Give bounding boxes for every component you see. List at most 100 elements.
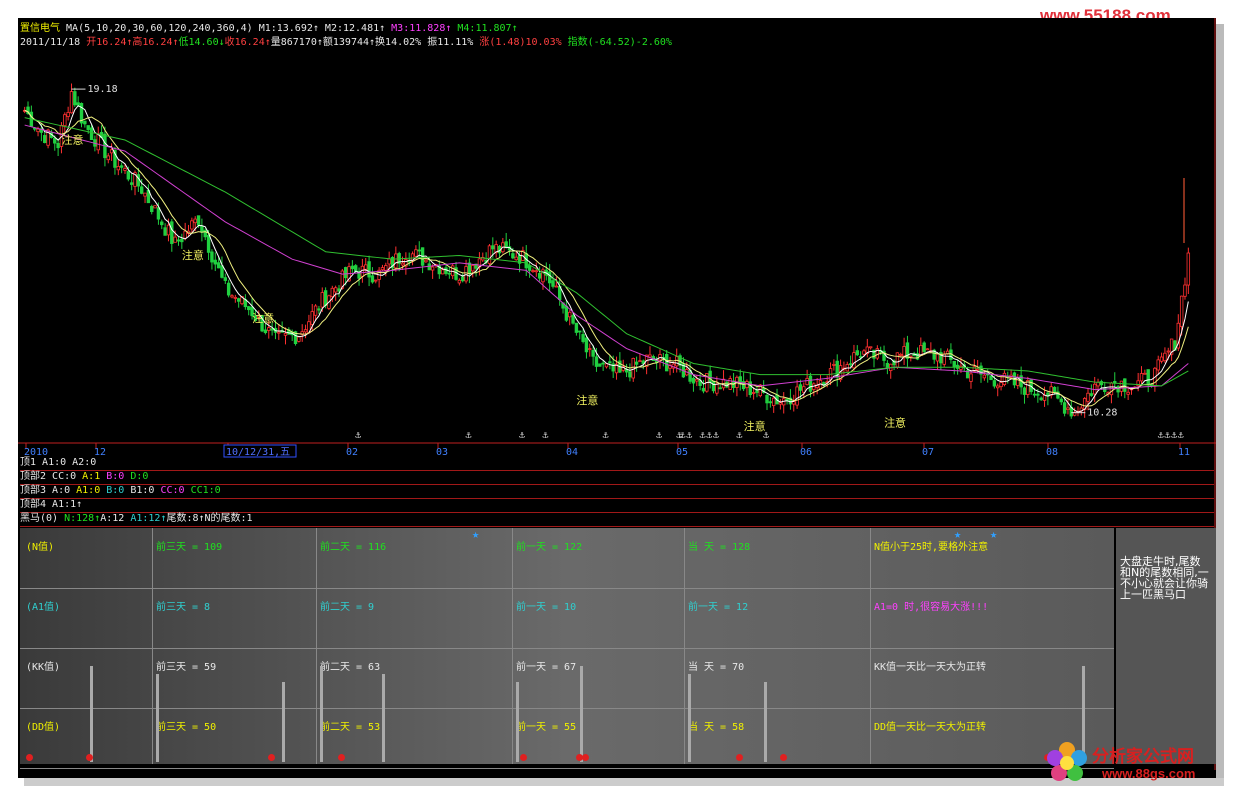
indicator-顶部2: 顶部2 CC:0 A:1 B:0 D:0 [20, 470, 1214, 485]
candle-body-125 [440, 269, 445, 275]
anchor-icon-9: ⚓ [699, 430, 705, 441]
indicator-0-value-2: A2:0 [72, 457, 97, 468]
col-divider-4 [870, 528, 871, 764]
candle-body-108 [384, 265, 388, 271]
candle-body-87 [313, 305, 318, 316]
red-dot-2 [268, 754, 275, 761]
indicator-0-value-1: A1:0 [42, 457, 73, 468]
row-3-cell-3: 当 天 = 58 [688, 722, 745, 733]
candle-body-40 [156, 207, 161, 220]
indicator-2-value-6: CC1:0 [190, 485, 221, 496]
candle-body-222 [765, 395, 769, 404]
bar-mark-6 [580, 666, 583, 762]
candle-body-226 [778, 402, 783, 405]
candle-body-130 [457, 279, 462, 284]
candle-body-102 [364, 264, 368, 270]
row-label-2: (KK值) [26, 662, 61, 673]
anchor-icon-12: ⚓ [736, 430, 742, 441]
candle-body-223 [768, 401, 773, 404]
candle-body-13 [66, 112, 70, 117]
row-label-1: (A1值) [26, 602, 61, 613]
candle-body-346 [1179, 295, 1184, 328]
candle-body-304 [1039, 397, 1043, 401]
watermark-cn: 分析家公式网 [1092, 747, 1194, 766]
candle-body-231 [795, 386, 799, 406]
indicator-3-value-0: 顶部4 [20, 499, 53, 510]
indicator-4-value-5: N的尾数:1 [204, 513, 253, 524]
row-0-cell-3: 当 天 = 128 [688, 542, 751, 553]
candle-body-86 [310, 311, 314, 325]
candle-body-67 [247, 306, 251, 311]
candle-body-339 [1156, 359, 1160, 371]
candle-body-30 [123, 168, 127, 171]
candle-body-290 [992, 380, 997, 387]
candle-body-234 [805, 377, 809, 386]
candle-body-39 [153, 205, 157, 209]
candle-body-26 [109, 149, 114, 154]
row-0-cell-2: 前一天 = 122 [516, 542, 583, 553]
candle-body-311 [1062, 402, 1067, 414]
candle-body-140 [491, 245, 495, 250]
candle-body-126 [444, 267, 448, 274]
candle-body-242 [832, 364, 836, 366]
candle-body-335 [1143, 372, 1147, 375]
red-dot-6 [582, 754, 589, 761]
candle-body-150 [524, 253, 528, 269]
bar-mark-8 [764, 682, 767, 762]
candle-body-6 [43, 135, 47, 143]
candle-body-169 [588, 348, 592, 350]
candle-body-253 [868, 346, 873, 349]
candle-body-73 [267, 327, 271, 331]
indicator-1-value-0: 顶部2 [20, 471, 53, 482]
candle-body-167 [581, 334, 585, 342]
candle-body-98 [350, 265, 355, 270]
candle-body-104 [370, 275, 375, 283]
row-2-cell-3: 当 天 = 70 [688, 662, 745, 673]
candle-body-291 [996, 385, 1000, 389]
bar-mark-1 [156, 674, 159, 762]
candle-body-336 [1146, 369, 1150, 385]
candle-body-201 [695, 378, 699, 382]
candle-body-308 [1052, 386, 1057, 393]
candle-body-103 [367, 261, 371, 278]
candle-body-232 [798, 384, 803, 391]
candle-body-152 [531, 270, 535, 273]
indicator-2-value-2: A1:0 [76, 485, 107, 496]
row-3-cell-1: 前二天 = 53 [320, 722, 381, 733]
max-label: 19.18 [87, 84, 117, 95]
indicator-4-value-4: 尾数:8↑ [166, 513, 205, 524]
bar-mark-4 [382, 674, 385, 762]
candle-body-111 [394, 253, 398, 269]
row-1-cell-3: 前一天 = 12 [688, 602, 749, 613]
candle-body-60 [223, 277, 228, 281]
candle-body-63 [233, 297, 238, 299]
candle-body-45 [173, 236, 177, 243]
candle-body-42 [163, 227, 167, 236]
candle-body-92 [330, 287, 335, 297]
candle-body-318 [1086, 392, 1090, 402]
candle-body-181 [628, 371, 632, 378]
candle-body-76 [277, 331, 281, 334]
indicator-2-value-5: CC:0 [160, 485, 191, 496]
indicator-1-value-3: B:0 [106, 471, 131, 482]
candle-body-41 [160, 221, 164, 226]
stock-chart-window: 置信电气 MA(5,10,20,30,60,120,240,360,4) M1:… [18, 18, 1216, 778]
annotation-2: 注意 [252, 311, 274, 325]
anchor-icon-17: ⚓ [1178, 430, 1184, 441]
row-note-0: N值小于25时,要格外注意 [874, 542, 989, 553]
candle-body-57 [213, 259, 217, 265]
candle-body-293 [1002, 372, 1007, 385]
star-icon-0: ★ [472, 527, 480, 541]
min-label: 10.28 [1087, 408, 1117, 419]
anchor-icon-10: ⚓ [706, 430, 712, 441]
candle-body-44 [170, 221, 174, 244]
candle-body-20 [89, 127, 94, 141]
candle-body-4 [36, 128, 40, 133]
candle-body-96 [343, 267, 348, 279]
candle-body-262 [899, 353, 903, 356]
candle-body-224 [771, 397, 776, 406]
indicator-0-value-0: 顶1 [20, 457, 43, 468]
annotation-5: 注意 [884, 415, 906, 429]
candle-body-326 [1113, 381, 1117, 384]
row-1-cell-2: 前一天 = 10 [516, 602, 577, 613]
